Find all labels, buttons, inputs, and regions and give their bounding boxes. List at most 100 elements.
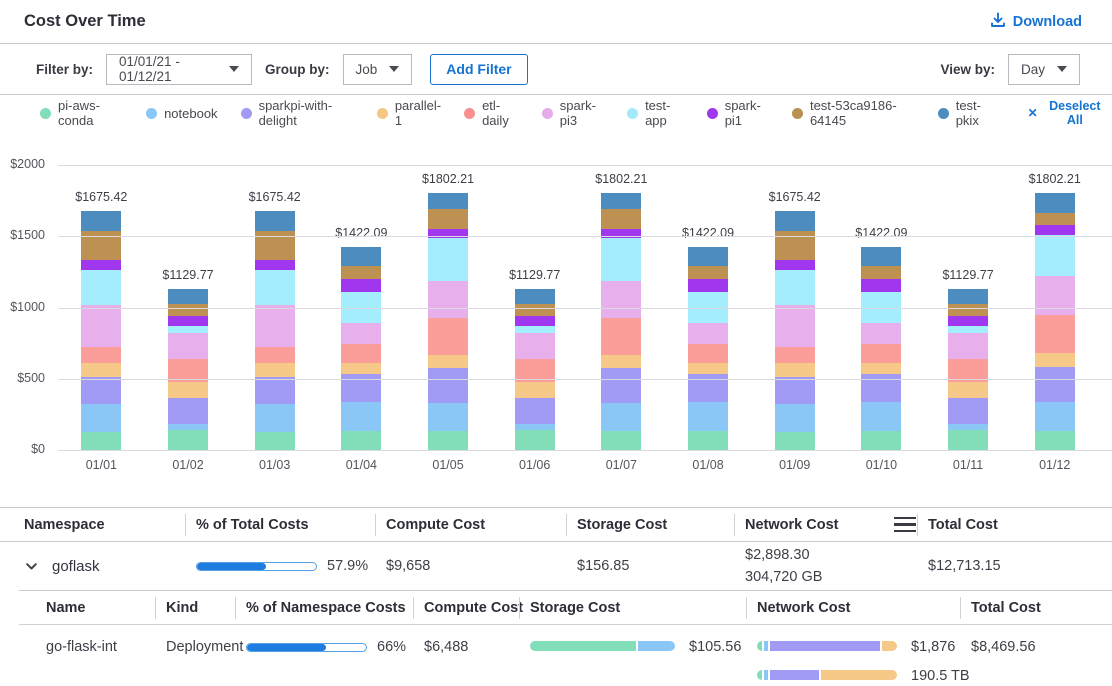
legend-item-spark-pi1[interactable]: spark-pi1 <box>707 98 769 128</box>
table-row[interactable]: goflask 57.9% $9,658 $156.85 $2,898.30 3… <box>0 542 1112 590</box>
deselect-all-button[interactable]: ✕ Deselect All <box>1022 98 1112 128</box>
bar-segment-pi-aws-conda[interactable] <box>601 431 641 450</box>
bar-segment-parallel-1[interactable] <box>861 363 901 374</box>
bar-segment-parallel-1[interactable] <box>255 363 295 377</box>
bar-segment-test-app[interactable] <box>775 270 815 306</box>
bar-segment-sparkpi-with-delight[interactable] <box>168 398 208 424</box>
legend-item-test-pkix[interactable]: test-pkix <box>938 98 996 128</box>
bar-segment-pi-aws-conda[interactable] <box>948 430 988 450</box>
bar-segment-notebook[interactable] <box>341 402 381 431</box>
bar-segment-spark-pi3[interactable] <box>341 323 381 345</box>
stacked-bar-01/07[interactable] <box>601 193 641 450</box>
bar-segment-sparkpi-with-delight[interactable] <box>428 368 468 403</box>
stacked-bar-01/06[interactable] <box>515 289 555 450</box>
bar-segment-spark-pi1[interactable] <box>168 316 208 326</box>
bar-segment-sparkpi-with-delight[interactable] <box>81 377 121 403</box>
bar-segment-pi-aws-conda[interactable] <box>168 430 208 450</box>
bar-segment-test-pkix[interactable] <box>255 211 295 231</box>
chevron-down-icon[interactable] <box>24 559 39 574</box>
bar-segment-parallel-1[interactable] <box>515 382 555 398</box>
bar-segment-spark-pi1[interactable] <box>861 279 901 291</box>
bar-segment-pi-aws-conda[interactable] <box>1035 431 1075 450</box>
bar-segment-spark-pi3[interactable] <box>601 281 641 319</box>
legend-item-parallel-1[interactable]: parallel-1 <box>377 98 441 128</box>
stacked-bar-01/02[interactable] <box>168 289 208 450</box>
bar-segment-test-53ca9186-64145[interactable] <box>168 304 208 315</box>
bar-segment-notebook[interactable] <box>428 403 468 432</box>
bar-segment-test-pkix[interactable] <box>861 247 901 265</box>
bar-segment-test-53ca9186-64145[interactable] <box>861 266 901 280</box>
bar-segment-spark-pi3[interactable] <box>168 333 208 358</box>
bar-segment-spark-pi3[interactable] <box>428 281 468 319</box>
bar-segment-etl-daily[interactable] <box>861 344 901 363</box>
bar-segment-pi-aws-conda[interactable] <box>688 431 728 450</box>
bar-segment-spark-pi3[interactable] <box>948 333 988 358</box>
stacked-bar-01/10[interactable] <box>861 247 901 450</box>
bar-segment-test-pkix[interactable] <box>428 193 468 209</box>
bar-segment-test-pkix[interactable] <box>81 211 121 231</box>
bar-segment-sparkpi-with-delight[interactable] <box>515 398 555 424</box>
bar-segment-spark-pi1[interactable] <box>515 316 555 326</box>
stacked-bar-01/08[interactable] <box>688 247 728 450</box>
bar-segment-spark-pi3[interactable] <box>688 323 728 345</box>
bar-segment-parallel-1[interactable] <box>341 363 381 374</box>
bar-segment-etl-daily[interactable] <box>601 318 641 355</box>
bar-segment-spark-pi1[interactable] <box>341 279 381 291</box>
bar-segment-etl-daily[interactable] <box>428 318 468 355</box>
bar-segment-sparkpi-with-delight[interactable] <box>775 377 815 403</box>
bar-segment-test-app[interactable] <box>1035 235 1075 276</box>
bar-segment-spark-pi3[interactable] <box>81 305 121 346</box>
bar-segment-sparkpi-with-delight[interactable] <box>601 368 641 403</box>
bar-segment-spark-pi3[interactable] <box>515 333 555 358</box>
legend-item-sparkpi-with-delight[interactable]: sparkpi-with-delight <box>241 98 354 128</box>
download-button[interactable]: Download <box>984 11 1088 33</box>
bar-segment-pi-aws-conda[interactable] <box>341 431 381 450</box>
bar-segment-test-pkix[interactable] <box>341 247 381 265</box>
bar-segment-notebook[interactable] <box>861 402 901 431</box>
bar-segment-etl-daily[interactable] <box>255 347 295 363</box>
bar-segment-spark-pi3[interactable] <box>775 305 815 346</box>
bar-segment-sparkpi-with-delight[interactable] <box>255 377 295 403</box>
bar-segment-spark-pi1[interactable] <box>775 260 815 270</box>
bar-segment-test-53ca9186-64145[interactable] <box>428 209 468 229</box>
table-row[interactable]: go-flask-int Deployment 66% $6,488 $105.… <box>19 625 1112 686</box>
bar-segment-test-53ca9186-64145[interactable] <box>601 209 641 229</box>
bar-segment-test-app[interactable] <box>255 270 295 306</box>
bar-segment-etl-daily[interactable] <box>81 347 121 363</box>
bar-segment-parallel-1[interactable] <box>601 355 641 368</box>
bar-segment-pi-aws-conda[interactable] <box>255 432 295 450</box>
legend-item-etl-daily[interactable]: etl-daily <box>464 98 519 128</box>
bar-segment-etl-daily[interactable] <box>775 347 815 363</box>
bar-segment-test-app[interactable] <box>948 326 988 334</box>
bar-segment-test-app[interactable] <box>601 238 641 280</box>
bar-segment-test-pkix[interactable] <box>948 289 988 304</box>
legend-item-test-53ca9186-64145[interactable]: test-53ca9186-64145 <box>792 98 915 128</box>
bar-segment-test-app[interactable] <box>428 238 468 280</box>
stacked-bar-01/09[interactable] <box>775 211 815 450</box>
bar-segment-notebook[interactable] <box>601 403 641 432</box>
add-filter-button[interactable]: Add Filter <box>430 54 527 85</box>
bar-segment-test-53ca9186-64145[interactable] <box>1035 213 1075 225</box>
bar-segment-parallel-1[interactable] <box>688 363 728 374</box>
bar-segment-pi-aws-conda[interactable] <box>861 431 901 450</box>
bar-segment-notebook[interactable] <box>255 404 295 433</box>
bar-segment-spark-pi1[interactable] <box>1035 225 1075 235</box>
bar-segment-test-pkix[interactable] <box>688 247 728 265</box>
legend-item-spark-pi3[interactable]: spark-pi3 <box>542 98 604 128</box>
bar-segment-test-pkix[interactable] <box>775 211 815 231</box>
bar-segment-notebook[interactable] <box>688 402 728 431</box>
stacked-bar-01/04[interactable] <box>341 247 381 450</box>
legend-item-pi-aws-conda[interactable]: pi-aws-conda <box>40 98 123 128</box>
stacked-bar-01/11[interactable] <box>948 289 988 450</box>
bar-segment-test-app[interactable] <box>81 270 121 306</box>
bar-segment-parallel-1[interactable] <box>1035 353 1075 367</box>
stacked-bar-01/03[interactable] <box>255 211 295 450</box>
bar-segment-parallel-1[interactable] <box>81 363 121 377</box>
bar-segment-test-53ca9186-64145[interactable] <box>688 266 728 280</box>
legend-item-notebook[interactable]: notebook <box>146 106 218 121</box>
stacked-bar-01/05[interactable] <box>428 193 468 450</box>
bar-segment-notebook[interactable] <box>1035 402 1075 431</box>
bar-segment-spark-pi1[interactable] <box>255 260 295 270</box>
bar-segment-parallel-1[interactable] <box>948 382 988 398</box>
group-by-select[interactable]: Job <box>343 54 413 85</box>
